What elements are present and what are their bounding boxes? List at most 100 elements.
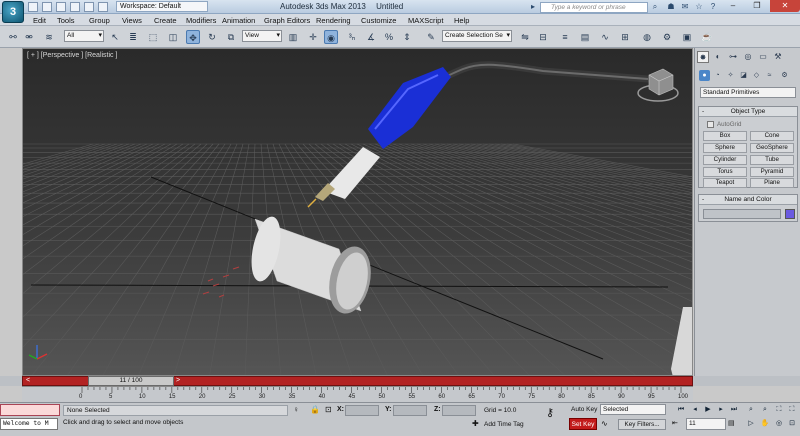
time-configuration-icon[interactable]: ▤ <box>728 419 735 427</box>
add-time-tag-button[interactable]: Add Time Tag <box>484 421 524 428</box>
link-icon[interactable]: ⚯ <box>6 30 20 44</box>
maximize-viewport-icon[interactable]: ⊡ <box>787 419 797 429</box>
menu-maxscript[interactable]: MAXScript <box>408 16 443 25</box>
geometry-icon[interactable]: ● <box>699 70 710 81</box>
viewcube-icon[interactable] <box>637 68 679 102</box>
menu-customize[interactable]: Customize <box>361 16 396 25</box>
go-to-end-icon[interactable]: ⏭ <box>729 405 739 415</box>
time-tag-icon[interactable]: ✚ <box>472 419 479 428</box>
menu-tools[interactable]: Tools <box>57 16 75 25</box>
tube-button[interactable]: Tube <box>750 155 794 165</box>
snaps-toggle-icon[interactable]: ³ₙ <box>345 30 359 44</box>
menu-animation[interactable]: Animation <box>222 16 255 25</box>
undo-icon[interactable] <box>70 2 80 12</box>
teapot-button[interactable]: Teapot <box>703 178 747 188</box>
create-tab-icon[interactable]: ✸ <box>697 51 709 63</box>
space-warps-icon[interactable]: ≈ <box>764 70 775 81</box>
new-scene-icon[interactable] <box>28 2 38 12</box>
y-coordinate-field[interactable] <box>393 405 427 416</box>
select-and-rotate-icon[interactable]: ↻ <box>205 30 219 44</box>
close-icon[interactable]: ✕ <box>770 0 800 12</box>
pyramid-button[interactable]: Pyramid <box>750 167 794 177</box>
object-name-field[interactable] <box>703 209 781 219</box>
current-frame-field[interactable]: 11 <box>686 418 726 430</box>
named-selection-dropdown[interactable]: Create Selection Se <box>442 30 512 42</box>
absolute-mode-icon[interactable]: ⊡ <box>325 405 332 414</box>
angle-snap-icon[interactable]: ∡ <box>364 30 378 44</box>
menu-edit[interactable]: Edit <box>33 16 46 25</box>
align-icon[interactable]: ⊟ <box>536 30 550 44</box>
help-icon[interactable]: ? <box>708 2 718 12</box>
field-of-view-icon[interactable]: ▷ <box>746 419 756 429</box>
go-to-start-icon[interactable]: ⏮ <box>676 405 686 415</box>
time-next-icon[interactable]: > <box>176 377 180 384</box>
zoom-extents-all-icon[interactable]: ⛶ <box>787 405 797 415</box>
soldering-iron-object[interactable] <box>307 61 652 208</box>
menu-group[interactable]: Group <box>89 16 110 25</box>
isolate-selection-icon[interactable]: ♀ <box>293 405 299 414</box>
select-and-scale-icon[interactable]: ⧉ <box>224 30 238 44</box>
zoom-extents-icon[interactable]: ⛶ <box>774 405 784 415</box>
z-coordinate-field[interactable] <box>442 405 476 416</box>
maximize-icon[interactable]: ❐ <box>746 0 768 12</box>
save-file-icon[interactable] <box>56 2 66 12</box>
key-mode-dropdown[interactable]: Selected <box>600 404 666 415</box>
rectangular-selection-icon[interactable]: ⬚ <box>146 30 160 44</box>
x-coordinate-field[interactable] <box>345 405 379 416</box>
key-tangent-icon[interactable]: ∿ <box>601 419 608 428</box>
rendered-frame-window-icon[interactable]: ▣ <box>680 30 694 44</box>
geosphere-button[interactable]: GeoSphere <box>750 143 794 153</box>
select-and-manipulate-icon[interactable]: ✛ <box>306 30 320 44</box>
selection-lock-icon[interactable]: 🔒 <box>310 405 320 414</box>
sphere-button[interactable]: Sphere <box>703 143 747 153</box>
name-and-color-header[interactable]: - Name and Color <box>699 195 797 205</box>
maxscript-listener-input[interactable] <box>0 404 60 416</box>
autogrid-checkbox[interactable] <box>707 121 714 128</box>
minimize-icon[interactable]: – <box>722 0 744 12</box>
viewport-label[interactable]: [ + ] [Perspective ] [Realistic ] <box>27 52 117 59</box>
menu-graph-editors[interactable]: Graph Editors <box>264 16 310 25</box>
mirror-icon[interactable]: ⇋ <box>518 30 532 44</box>
time-slider-thumb[interactable]: 11 / 100 <box>88 376 174 386</box>
project-folder-icon[interactable] <box>98 2 108 12</box>
maxscript-output[interactable]: Welcome to M <box>0 418 58 430</box>
pivot-center-icon[interactable]: ▥ <box>286 30 300 44</box>
cylinder-button[interactable]: Cylinder <box>703 155 747 165</box>
auto-key-button[interactable]: Auto Key <box>571 406 597 413</box>
keyboard-shortcut-override-icon[interactable]: ◉ <box>324 30 338 44</box>
search-icon[interactable]: ⌕ <box>650 2 660 12</box>
zoom-icon[interactable]: ⌕ <box>746 405 756 415</box>
tube-object[interactable] <box>246 214 376 317</box>
orbit-icon[interactable]: ◎ <box>774 419 784 429</box>
cameras-icon[interactable]: ◪ <box>738 70 749 81</box>
open-file-icon[interactable] <box>42 2 52 12</box>
object-type-header[interactable]: - Object Type <box>699 107 797 117</box>
render-setup-icon[interactable]: ⚙ <box>660 30 674 44</box>
menu-help[interactable]: Help <box>454 16 469 25</box>
spinner-snap-icon[interactable]: ⇕ <box>400 30 414 44</box>
redo-icon[interactable] <box>84 2 94 12</box>
bind-space-warp-icon[interactable]: ≋ <box>42 30 56 44</box>
material-editor-icon[interactable]: ◍ <box>640 30 654 44</box>
search-input[interactable]: Type a keyword or phrase <box>540 2 648 13</box>
pan-view-icon[interactable]: ✋ <box>760 419 770 429</box>
subscription-icon[interactable]: ☗ <box>666 2 676 12</box>
hierarchy-tab-icon[interactable]: ⊶ <box>727 51 739 63</box>
key-mode-toggle-icon[interactable]: ⇤ <box>672 419 678 427</box>
set-key-button[interactable]: Set Key <box>569 418 597 430</box>
percent-snap-icon[interactable]: % <box>382 30 396 44</box>
window-crossing-icon[interactable]: ◫ <box>166 30 180 44</box>
favorites-icon[interactable]: ☆ <box>694 2 704 12</box>
previous-frame-icon[interactable]: ◂ <box>690 405 700 415</box>
select-by-name-icon[interactable]: ≣ <box>126 30 140 44</box>
display-tab-icon[interactable]: ▭ <box>757 51 769 63</box>
schematic-view-icon[interactable]: ⊞ <box>618 30 632 44</box>
primitive-type-dropdown[interactable]: Standard Primitives <box>700 87 796 98</box>
perspective-viewport[interactable]: [ + ] [Perspective ] [Realistic ] <box>22 48 693 376</box>
layer-manager-icon[interactable]: ≡ <box>558 30 572 44</box>
object-color-swatch[interactable] <box>785 209 795 219</box>
box-button[interactable]: Box <box>703 131 747 141</box>
unlink-icon[interactable]: ⚮ <box>22 30 36 44</box>
reference-coordinate-dropdown[interactable]: View <box>242 30 282 42</box>
render-production-icon[interactable]: ☕ <box>700 30 714 44</box>
